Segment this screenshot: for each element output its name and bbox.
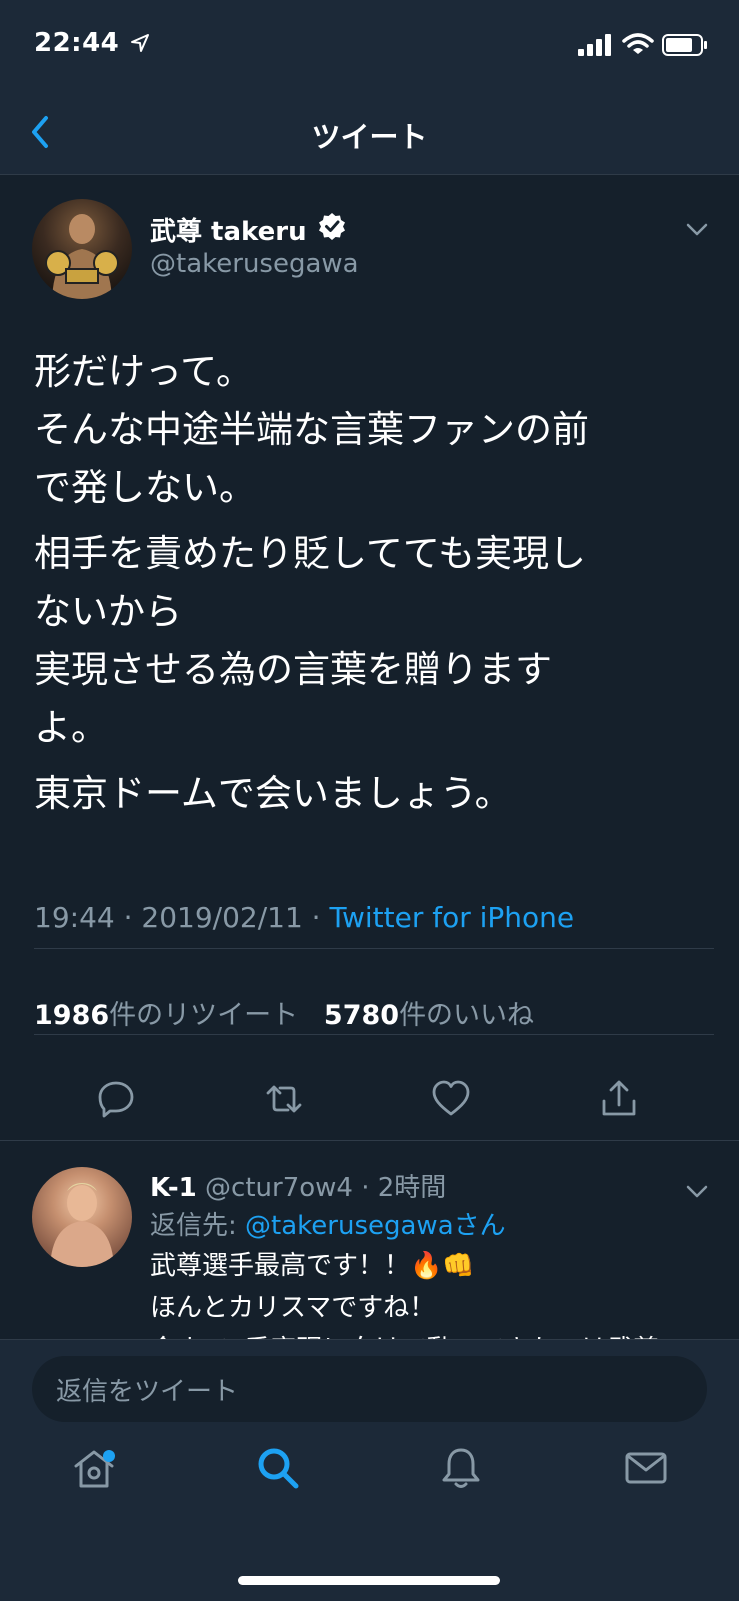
status-bar: 22:44 bbox=[0, 0, 739, 90]
wifi-icon bbox=[622, 33, 654, 54]
tweet-paragraph: 形だけって。 そんな中途半端な言葉ファンの前 で発しない。 bbox=[34, 343, 704, 517]
bottom-bar: 返信をツイート bbox=[0, 1339, 739, 1601]
like-stat[interactable]: 5780件のいいね bbox=[324, 1000, 534, 1031]
verified-badge-icon bbox=[319, 213, 345, 240]
tweet-line: よ。 bbox=[34, 706, 108, 749]
reply-handle-time: @ctur7ow4 · 2時間 bbox=[205, 1173, 447, 1203]
page-title: ツイート bbox=[311, 120, 428, 154]
reply-line: ほんとカリスマですね！ bbox=[150, 1293, 436, 1323]
share-icon[interactable] bbox=[599, 1079, 639, 1119]
tweet-timestamp: 19:44 · 2019/02/11 · bbox=[34, 901, 330, 934]
tweet-line: 相手を責めたり貶してても実現し bbox=[34, 532, 587, 575]
tweet-paragraph: 相手を責めたり貶してても実現し ないから 実現させる為の言葉を贈ります よ。 bbox=[34, 525, 704, 757]
tweet-meta: 19:44 · 2019/02/11 · Twitter for iPhone bbox=[34, 901, 574, 934]
retweet-label: 件のリツイート bbox=[109, 1000, 299, 1031]
reply-header: K-1 @ctur7ow4 · 2時間 bbox=[150, 1167, 446, 1204]
reply-to: 返信先: @takerusegawaさん bbox=[150, 1205, 506, 1242]
divider bbox=[34, 948, 714, 949]
chevron-down-icon[interactable] bbox=[686, 1185, 708, 1199]
search-icon[interactable] bbox=[254, 1444, 302, 1492]
reply-icon[interactable] bbox=[96, 1079, 136, 1119]
chevron-down-icon[interactable] bbox=[686, 223, 708, 237]
like-count: 5780 bbox=[323, 1000, 400, 1031]
reply-to-label: 返信先: bbox=[150, 1211, 246, 1241]
like-heart-icon[interactable] bbox=[431, 1079, 471, 1119]
retweet-icon[interactable] bbox=[264, 1079, 304, 1119]
reply-text: 武尊選手最高です！！🔥👊 ほんとカリスマですね！ 今まで1番実現に向けて動いてき… bbox=[150, 1245, 710, 1339]
tweet-line: 東京ドームで会いましょう。 bbox=[34, 772, 512, 815]
tweet-stats: 1986件のリツイート 5780件のいいね bbox=[34, 993, 534, 1032]
tweet-line: で発しない。 bbox=[34, 466, 256, 509]
tweet-actions bbox=[0, 1055, 739, 1139]
author-handle[interactable]: @takerusegawa bbox=[150, 249, 359, 279]
retweet-count: 1986 bbox=[34, 1000, 110, 1031]
navigation-bar: ツイート bbox=[0, 90, 739, 175]
reply-to-handle-link[interactable]: @takerusegawaさん bbox=[245, 1211, 506, 1241]
home-notification-dot bbox=[103, 1450, 115, 1462]
tweet-source-link[interactable]: Twitter for iPhone bbox=[329, 901, 574, 934]
reply-composer-input[interactable]: 返信をツイート bbox=[32, 1356, 707, 1422]
reply-tweet[interactable]: K-1 @ctur7ow4 · 2時間 返信先: @takerusegawaさん… bbox=[0, 1141, 739, 1339]
tweet-line: そんな中途半端な言葉ファンの前 bbox=[34, 408, 589, 451]
reply-line: 今まで1番実現に向けて動いてきたのは武尊 bbox=[150, 1329, 710, 1339]
home-indicator bbox=[238, 1576, 500, 1585]
notifications-bell-icon[interactable] bbox=[437, 1444, 485, 1492]
messages-envelope-icon[interactable] bbox=[622, 1444, 670, 1492]
reply-avatar[interactable] bbox=[32, 1167, 132, 1267]
tweet-line: 形だけって。 bbox=[34, 350, 254, 393]
status-time: 22:44 bbox=[34, 28, 120, 58]
reply-line: 武尊選手最高です！！🔥👊 bbox=[150, 1251, 475, 1281]
author-avatar[interactable] bbox=[32, 199, 132, 299]
tweet-paragraph: 東京ドームで会いましょう。 bbox=[34, 765, 704, 823]
battery-icon bbox=[662, 34, 707, 56]
divider bbox=[34, 1034, 714, 1035]
tweet-text: 形だけって。 そんな中途半端な言葉ファンの前 で発しない。 相手を責めたり貶して… bbox=[34, 343, 704, 831]
tweet-line: ないから bbox=[34, 590, 182, 633]
signal-icon bbox=[578, 34, 611, 56]
location-arrow-icon bbox=[131, 34, 149, 52]
reply-author-name[interactable]: K-1 bbox=[150, 1173, 197, 1203]
like-label: 件のいいね bbox=[399, 1000, 535, 1031]
main-tweet: 武尊 takeru @takerusegawa 形だけって。 そんな中途半端な言… bbox=[0, 175, 739, 1140]
tweet-line: 実現させる為の言葉を贈ります bbox=[34, 648, 552, 691]
author-name[interactable]: 武尊 takeru bbox=[150, 211, 307, 248]
retweet-stat[interactable]: 1986件のリツイート bbox=[34, 1000, 298, 1031]
